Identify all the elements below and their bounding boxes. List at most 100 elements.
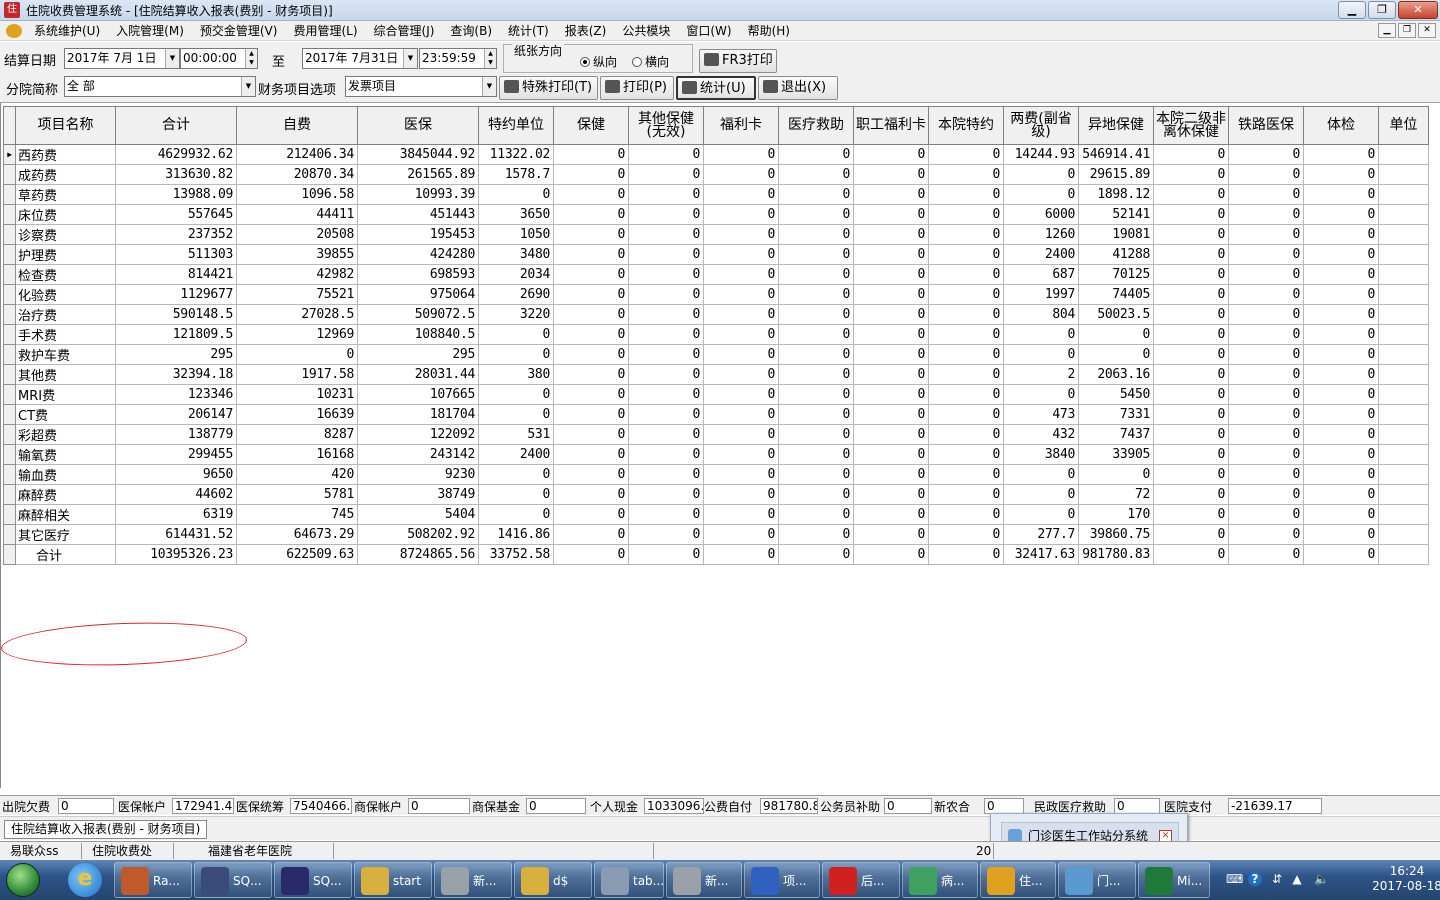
value-cell[interactable] (1378, 464, 1429, 485)
value-cell[interactable]: 16639 (236, 404, 358, 425)
value-cell[interactable]: 0 (628, 504, 704, 525)
value-cell[interactable]: 8724865.56 (357, 544, 479, 565)
value-cell[interactable]: 32417.63 (1003, 544, 1079, 565)
value-cell[interactable]: 14244.93 (1003, 144, 1079, 165)
value-cell[interactable]: 0 (1228, 304, 1304, 325)
value-cell[interactable]: 64673.29 (236, 524, 358, 545)
value-cell[interactable]: 0 (1228, 144, 1304, 165)
row-indicator[interactable] (3, 284, 16, 305)
value-cell[interactable]: 0 (853, 484, 929, 505)
column-header[interactable]: 体检 (1303, 106, 1379, 145)
exit-button[interactable]: 退出(X) (758, 76, 838, 100)
value-cell[interactable]: 0 (703, 424, 779, 445)
value-cell[interactable]: 0 (703, 504, 779, 525)
value-cell[interactable]: 12969 (236, 324, 358, 345)
value-cell[interactable]: 0 (628, 344, 704, 365)
value-cell[interactable]: 1898.12 (1078, 184, 1154, 205)
value-cell[interactable]: 0 (928, 204, 1004, 225)
value-cell[interactable]: 0 (1153, 204, 1229, 225)
value-cell[interactable]: 0 (778, 324, 854, 345)
value-cell[interactable] (1378, 144, 1429, 165)
value-cell[interactable]: 9230 (357, 464, 479, 485)
value-cell[interactable] (1378, 184, 1429, 205)
restore-button[interactable]: ❐ (1368, 1, 1396, 19)
value-cell[interactable] (1378, 344, 1429, 365)
value-cell[interactable]: 10395326.23 (115, 544, 237, 565)
column-header[interactable]: 其他保健(无效) (628, 106, 704, 145)
value-cell[interactable]: 0 (628, 244, 704, 265)
value-cell[interactable] (1378, 224, 1429, 245)
value-cell[interactable]: 380 (478, 364, 554, 385)
table-row[interactable]: CT费 206147 16639 181704 0 0 0 0 0 0 0 473 7331 0 0 0 (3, 404, 1429, 425)
value-cell[interactable]: 0 (703, 444, 779, 465)
value-cell[interactable]: 0 (1303, 184, 1379, 205)
value-cell[interactable]: 0 (1228, 344, 1304, 365)
value-cell[interactable]: 0 (1303, 344, 1379, 365)
item-name-cell[interactable]: MRI费 (15, 384, 116, 405)
value-cell[interactable]: 0 (928, 304, 1004, 325)
value-cell[interactable]: 0 (703, 384, 779, 405)
value-cell[interactable]: 0 (853, 504, 929, 525)
table-row[interactable]: 麻醉相关 6319 745 5404 0 0 0 0 0 0 0 0 170 0 0 0 (3, 504, 1429, 525)
value-cell[interactable]: 687 (1003, 264, 1079, 285)
value-cell[interactable]: 1129677 (115, 284, 237, 305)
taskbar-button[interactable]: 后... (822, 862, 900, 898)
value-cell[interactable]: 0 (553, 264, 629, 285)
row-indicator[interactable] (3, 444, 16, 465)
value-cell[interactable]: 0 (928, 144, 1004, 165)
value-cell[interactable]: 0 (1303, 484, 1379, 505)
value-cell[interactable]: 0 (1228, 224, 1304, 245)
value-cell[interactable]: 170 (1078, 504, 1154, 525)
value-cell[interactable]: 29615.89 (1078, 164, 1154, 185)
value-cell[interactable]: 0 (1228, 464, 1304, 485)
menu-system[interactable]: 系统维护(U) (26, 22, 108, 39)
column-header[interactable]: 职工福利卡 (853, 106, 929, 145)
value-cell[interactable]: 39855 (236, 244, 358, 265)
menu-common[interactable]: 公共模块 (614, 22, 678, 39)
value-cell[interactable]: 0 (553, 224, 629, 245)
value-cell[interactable] (1378, 404, 1429, 425)
column-header[interactable]: 医保 (357, 106, 479, 145)
value-cell[interactable]: 0 (703, 204, 779, 225)
value-cell[interactable]: 0 (928, 504, 1004, 525)
column-header[interactable]: 本院二级非离休保健 (1153, 106, 1229, 145)
value-cell[interactable]: 123346 (115, 384, 237, 405)
value-cell[interactable]: 32394.18 (115, 364, 237, 385)
stats-button[interactable]: 统计(U) (676, 76, 756, 100)
table-row[interactable]: 草药费 13988.09 1096.58 10993.39 0 0 0 0 0 0 0 0 1898.1… (3, 184, 1429, 205)
item-name-cell[interactable]: 其他费 (15, 364, 116, 385)
value-cell[interactable]: 0 (853, 244, 929, 265)
column-header[interactable]: 铁路医保 (1228, 106, 1304, 145)
value-cell[interactable]: 0 (778, 464, 854, 485)
value-cell[interactable]: 0 (853, 184, 929, 205)
show-hidden-icons[interactable]: ▲ (1290, 872, 1304, 886)
value-cell[interactable]: 0 (778, 144, 854, 165)
value-cell[interactable]: 10993.39 (357, 184, 479, 205)
value-cell[interactable]: 1260 (1003, 224, 1079, 245)
item-name-cell[interactable]: 合计 (15, 544, 116, 565)
value-cell[interactable]: 0 (703, 144, 779, 165)
value-cell[interactable]: 0 (1003, 504, 1079, 525)
value-cell[interactable]: 0 (1153, 544, 1229, 565)
value-cell[interactable]: 277.7 (1003, 524, 1079, 545)
value-cell[interactable]: 0 (1153, 504, 1229, 525)
value-cell[interactable]: 0 (553, 504, 629, 525)
value-cell[interactable]: 0 (1228, 484, 1304, 505)
value-cell[interactable]: 0 (1153, 224, 1229, 245)
value-cell[interactable]: 0 (1153, 304, 1229, 325)
value-cell[interactable]: 451443 (357, 204, 479, 225)
value-cell[interactable]: 0 (928, 424, 1004, 445)
value-cell[interactable]: 7331 (1078, 404, 1154, 425)
value-cell[interactable]: 0 (553, 184, 629, 205)
value-cell[interactable]: 0 (703, 224, 779, 245)
value-cell[interactable]: 0 (628, 164, 704, 185)
chevron-down-icon[interactable]: ▼ (482, 77, 496, 96)
value-cell[interactable]: 0 (703, 284, 779, 305)
taskbar-button[interactable]: SQ... (194, 862, 272, 898)
network-icon[interactable]: ⇵ (1270, 872, 1284, 886)
value-cell[interactable]: 0 (1153, 144, 1229, 165)
value-cell[interactable]: 0 (628, 484, 704, 505)
value-cell[interactable]: 0 (1303, 324, 1379, 345)
value-cell[interactable]: 0 (1153, 284, 1229, 305)
value-cell[interactable]: 0 (703, 324, 779, 345)
